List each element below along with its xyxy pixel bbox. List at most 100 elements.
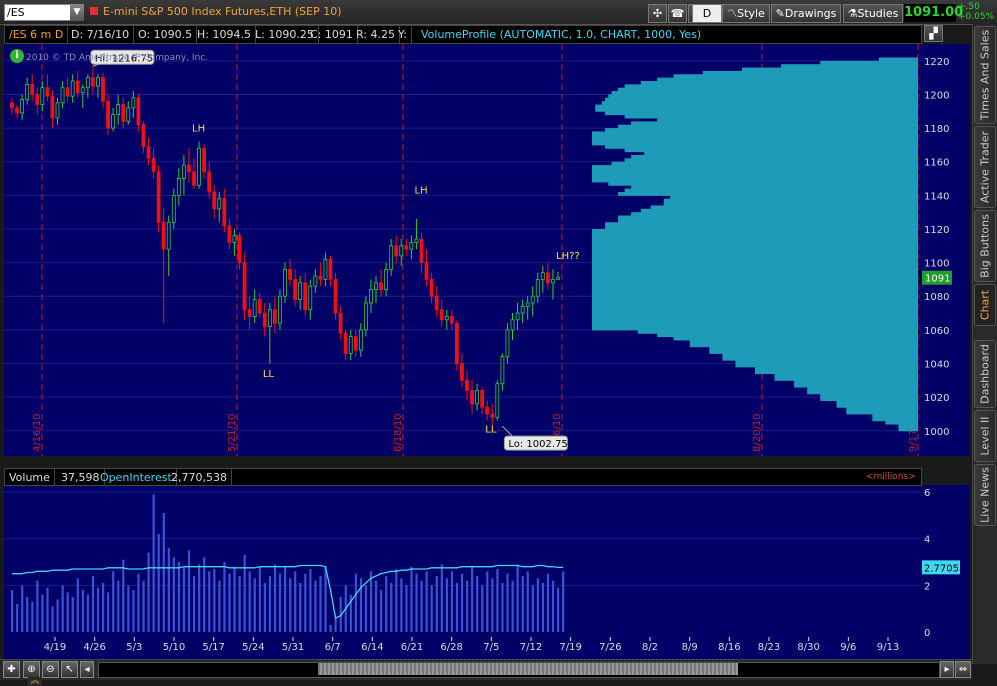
profile-level-bar xyxy=(592,252,918,257)
volume-units: <millions> xyxy=(866,472,916,482)
volume-label: Volume xyxy=(5,469,55,486)
volume-tick-label: 2 xyxy=(924,581,930,592)
open-interest-label[interactable]: OpenInterest xyxy=(96,469,177,486)
candle-body xyxy=(222,198,227,227)
profile-level-bar xyxy=(663,198,918,203)
candle-body xyxy=(15,107,19,114)
expand-up-icon[interactable]: ︽ xyxy=(28,677,42,686)
candle-body xyxy=(101,77,105,102)
tab-big-buttons[interactable]: Big Buttons xyxy=(974,210,996,282)
tab-level-ii[interactable]: Level II xyxy=(974,410,996,462)
time-scrollbar-thumb[interactable] xyxy=(318,663,738,675)
volume-bar xyxy=(223,562,226,632)
candle-body xyxy=(303,282,308,311)
profile-level-bar xyxy=(624,158,918,163)
candle-body xyxy=(379,282,383,290)
volume-bar xyxy=(440,564,443,632)
current-price-label: 1091 xyxy=(925,274,950,285)
volume-bar xyxy=(26,597,29,632)
pointer-button[interactable]: ↖ xyxy=(61,661,78,678)
profile-level-bar xyxy=(592,323,918,328)
tab-chart[interactable]: Chart xyxy=(974,284,996,326)
volume-header: Volume 37,598 OpenInterest 2,770,538 <mi… xyxy=(4,468,922,486)
candle-body xyxy=(207,171,212,193)
scroll-right-button[interactable]: ▸ xyxy=(940,661,954,678)
month-marker-label: 8/20/10 xyxy=(752,413,763,452)
tab-dashboard[interactable]: Dashboard xyxy=(974,340,996,408)
candle-body xyxy=(515,312,520,321)
candle-body xyxy=(237,235,242,264)
profile-level-bar xyxy=(774,376,918,381)
pattern-label: LL xyxy=(485,424,497,435)
price-tick-label: 1200 xyxy=(924,90,949,101)
profile-level-bar xyxy=(774,373,918,378)
price-tick-label: 1000 xyxy=(924,427,949,438)
candle-body xyxy=(308,285,313,311)
volume-bar xyxy=(536,578,539,632)
volume-bar xyxy=(476,576,479,632)
volume-bar xyxy=(455,583,459,632)
candle-body xyxy=(389,245,394,270)
candle-body xyxy=(247,309,252,317)
pattern-label: LH xyxy=(415,186,428,197)
profile-level-bar xyxy=(592,319,918,324)
volume-bar xyxy=(193,576,196,632)
candle-body xyxy=(156,171,161,223)
profile-level-bar xyxy=(640,80,918,85)
candle-body xyxy=(60,87,65,104)
profile-level-bar xyxy=(618,191,918,196)
volume-bar xyxy=(557,587,560,632)
price-tick-label: 1020 xyxy=(924,393,949,404)
fit-button[interactable]: ⇔ xyxy=(955,661,971,678)
profile-level-bar xyxy=(592,175,918,180)
profile-level-bar xyxy=(605,144,918,149)
volume-bar xyxy=(56,599,59,632)
volume-bar xyxy=(172,557,175,632)
profile-level-bar xyxy=(592,245,918,250)
profile-level-bar xyxy=(592,326,918,331)
candle-body xyxy=(96,77,100,87)
profile-level-bar xyxy=(794,383,918,388)
scroll-left-button[interactable]: ◂ xyxy=(80,661,94,678)
volume-bar xyxy=(516,564,519,632)
tab-live-news[interactable]: Live News xyxy=(974,464,996,526)
profile-level-bar xyxy=(605,97,918,102)
zoom-out-button[interactable]: ⊖ xyxy=(42,661,59,678)
expand-button[interactable]: ✚ xyxy=(3,661,20,678)
volume-bar xyxy=(506,573,509,632)
volume-bar xyxy=(81,590,84,632)
candle-body xyxy=(40,87,45,105)
volume-bar xyxy=(31,601,34,632)
date-tick-label: 5/17 xyxy=(202,642,224,653)
volume-bar xyxy=(102,583,105,632)
profile-level-bar xyxy=(592,299,918,304)
profile-level-bar xyxy=(807,387,918,391)
month-marker-label: 4/16/10 xyxy=(32,413,43,452)
candle-body xyxy=(419,238,424,264)
candle-body xyxy=(298,282,303,301)
volume-bar xyxy=(218,580,221,632)
profile-level-bar xyxy=(592,259,918,264)
volume-bar xyxy=(162,513,165,632)
tab-active-trader[interactable]: Active Trader xyxy=(974,126,996,208)
profile-level-bar xyxy=(592,306,918,311)
profile-level-bar xyxy=(657,333,918,338)
profile-level-bar xyxy=(673,74,918,79)
volume-bar xyxy=(112,571,115,632)
candle-body xyxy=(399,245,404,257)
candle-body xyxy=(283,268,287,297)
pattern-label: LH?? xyxy=(556,251,580,262)
volume-bar xyxy=(76,578,79,632)
candle-body xyxy=(510,319,515,331)
candle-body xyxy=(333,279,338,314)
profile-level-bar xyxy=(836,400,918,405)
candle-body xyxy=(75,80,80,94)
tab-times-and-sales[interactable]: Times And Sales xyxy=(974,26,996,124)
candle-body xyxy=(293,279,298,301)
volume-bar xyxy=(203,557,206,632)
profile-level-bar xyxy=(605,111,918,116)
volume-bar xyxy=(551,580,555,632)
candle-body xyxy=(166,221,171,250)
candle-body xyxy=(414,238,419,243)
info-circle-icon[interactable]: i xyxy=(10,49,24,63)
